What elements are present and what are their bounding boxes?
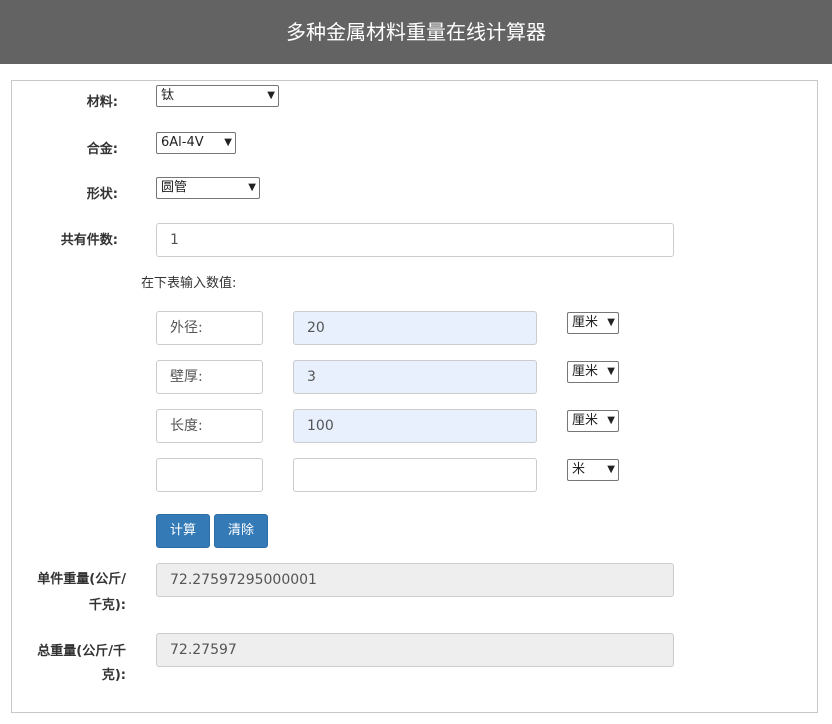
extra-dimension-input[interactable] [293,458,537,492]
clear-button[interactable]: 清除 [214,514,268,548]
material-label: 材料: [86,95,118,110]
chevron-down-icon: ▼ [248,182,256,193]
count-input[interactable]: 1 [156,223,674,257]
shape-select-value: 圆管 [161,180,188,195]
chevron-down-icon: ▼ [607,317,615,328]
shape-select[interactable]: 圆管 ▼ [156,177,260,199]
chevron-down-icon: ▼ [607,464,615,475]
wall-thickness-input[interactable]: 3 [293,360,537,394]
calculate-button[interactable]: 计算 [156,514,210,548]
alloy-select[interactable]: 6Al-4V ▼ [156,132,236,154]
page-header: 多种金属材料重量在线计算器 [0,0,832,64]
extra-dimension-unit-select[interactable]: 米 ▼ [567,459,619,481]
calculator-panel [11,80,818,713]
length-input[interactable]: 100 [293,409,537,443]
dimension-name-field[interactable]: 外径: [156,311,263,345]
wall-thickness-unit-select[interactable]: 厘米 ▼ [567,361,619,383]
unit-select-value: 厘米 [572,413,599,428]
input-hint: 在下表输入数值: [141,276,237,291]
dimension-name-field[interactable]: 长度: [156,409,263,443]
unit-weight-label-line1: 单件重量(公斤/ [37,572,126,587]
total-weight-label-line2: 克): [101,668,126,683]
chevron-down-icon: ▼ [267,90,275,101]
count-label: 共有件数: [60,233,118,248]
chevron-down-icon: ▼ [224,137,232,148]
alloy-select-value: 6Al-4V [161,135,204,150]
chevron-down-icon: ▼ [607,415,615,426]
unit-select-value: 厘米 [572,315,599,330]
dimension-name-field[interactable]: 壁厚: [156,360,263,394]
chevron-down-icon: ▼ [607,366,615,377]
shape-label: 形状: [86,187,118,202]
length-unit-select[interactable]: 厘米 ▼ [567,410,619,432]
dimension-name-field[interactable] [156,458,263,492]
total-weight-label-line1: 总重量(公斤/千 [37,644,126,659]
material-select[interactable]: 钛 ▼ [156,85,279,107]
alloy-label: 合金: [86,142,118,157]
unit-select-value: 厘米 [572,364,599,379]
total-weight-output: 72.27597 [156,633,674,667]
page-title: 多种金属材料重量在线计算器 [286,20,546,44]
unit-weight-output: 72.27597295000001 [156,563,674,597]
material-select-value: 钛 [161,88,175,103]
unit-weight-label-line2: 千克): [88,598,126,613]
outer-diameter-input[interactable]: 20 [293,311,537,345]
outer-diameter-unit-select[interactable]: 厘米 ▼ [567,312,619,334]
unit-select-value: 米 [572,462,586,477]
